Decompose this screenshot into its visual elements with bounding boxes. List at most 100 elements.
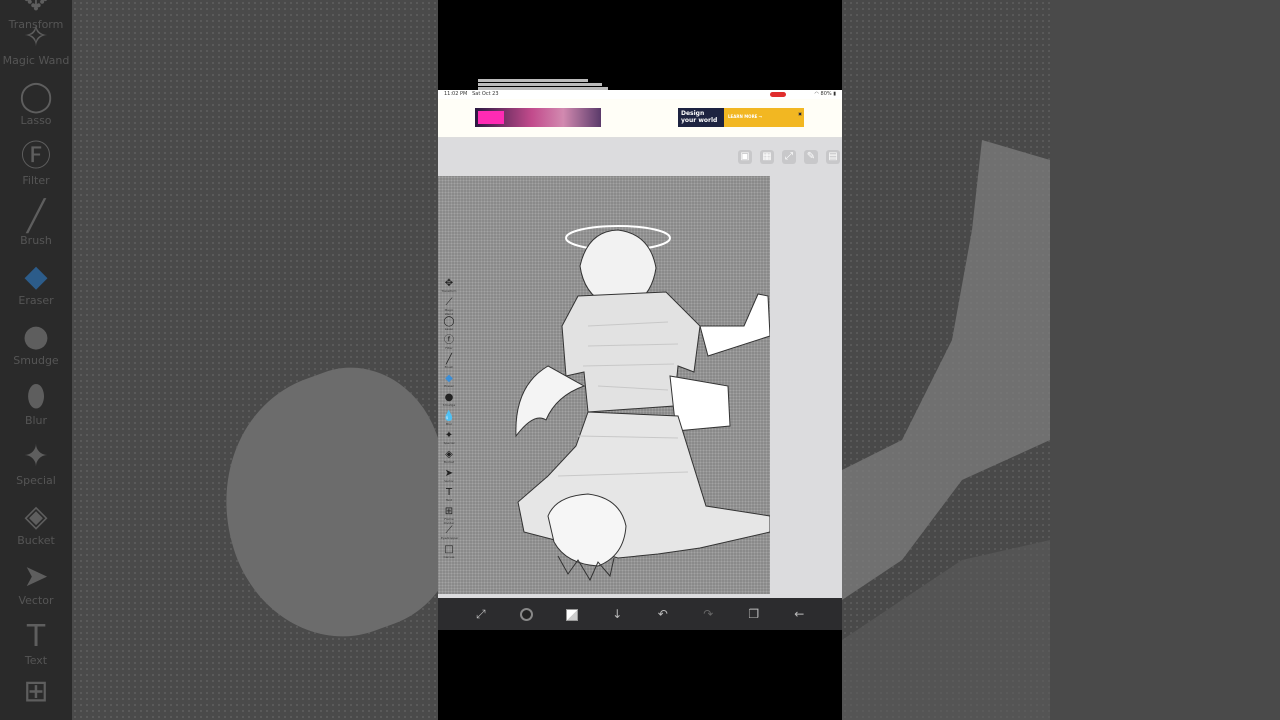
- fx-icon: ⓕ: [444, 335, 454, 346]
- redo-button[interactable]: ↷: [696, 602, 720, 626]
- blur-icon: 💧: [442, 411, 456, 422]
- bg-tool-label: Special: [16, 474, 56, 487]
- layers-icon: ❐: [748, 607, 760, 621]
- eraser-icon: ◆: [24, 259, 48, 294]
- tool-label: Eyedropper: [441, 536, 459, 540]
- bg-tool-blur: ⬮ Blur: [0, 380, 72, 428]
- screen: ✥ Transform ✧ Magic Wand ◯ Lasso Ⓕ Filter ╱ B…: [0, 0, 1280, 720]
- tool-bucket[interactable]: ◈ Bucket: [441, 449, 457, 467]
- top-right-icons: ▣ ▦ ⤢ ✎ ▤: [738, 150, 840, 164]
- vector-icon: ➤: [444, 468, 454, 479]
- bg-tool-smudge: ● Smudge: [0, 319, 72, 368]
- brush-settings-button[interactable]: [514, 602, 538, 626]
- wifi-icon: ◠: [814, 91, 819, 97]
- ibis-paint-app: 11:02 PM Sat Oct 23 ◠ 80% ▮ Design your …: [438, 90, 842, 630]
- text-icon: T: [26, 619, 46, 654]
- status-date-text: Sat Oct 23: [472, 91, 499, 97]
- tool-frame-divider[interactable]: ⊞ Frame Divider: [441, 506, 457, 525]
- bg-tool-label: Blur: [24, 414, 48, 427]
- bottom-toolbar: ⤢ ↓ ↶ ↷ ❐ ←: [438, 598, 842, 630]
- pen-settings-icon[interactable]: ✎: [804, 150, 818, 164]
- status-bar: 11:02 PM Sat Oct 23 ◠ 80% ▮: [438, 90, 842, 99]
- bg-tool-brush: ╱ Brush: [0, 199, 72, 248]
- bg-tool-special: ✦ Special: [0, 440, 72, 488]
- ad-logo: [478, 111, 504, 124]
- drawing-canvas[interactable]: [438, 176, 770, 594]
- status-battery: ◠ 80% ▮: [815, 91, 836, 97]
- material-icon[interactable]: ▤: [826, 150, 840, 164]
- artwork-sketch: [515, 225, 770, 582]
- bg-tool-text: T Text: [0, 619, 72, 668]
- tool-smudge[interactable]: ● Smudge: [441, 392, 457, 410]
- tool-label: Smudge: [442, 403, 456, 407]
- ad-banner-right[interactable]: Design your world LEARN MORE → ▣: [678, 108, 804, 127]
- tool-label: Filter: [445, 346, 453, 350]
- ad-cta[interactable]: LEARN MORE →: [728, 114, 762, 119]
- tool-canvas[interactable]: □ Canvas: [441, 544, 457, 562]
- eraser-icon: ◆: [445, 373, 453, 384]
- tool-label: Text: [445, 498, 453, 502]
- magic-wand-icon: ✧: [23, 19, 49, 54]
- frame-divider-icon: ⊞: [23, 674, 49, 709]
- bg-tool-label: Vector: [18, 594, 54, 607]
- bg-tool-label: Filter: [22, 174, 50, 187]
- tool-vector[interactable]: ➤ Vector: [441, 468, 457, 486]
- tool-text[interactable]: T Text: [441, 487, 457, 505]
- rotate-icon: ⤢: [475, 607, 486, 621]
- tool-magic-wand[interactable]: ⟋ Magic Wand: [441, 297, 457, 316]
- smudge-icon: ●: [22, 319, 50, 354]
- reference-window-icon[interactable]: ▣: [738, 150, 752, 164]
- undo-button[interactable]: ↶: [651, 602, 675, 626]
- tool-brush[interactable]: ╱ Brush: [441, 354, 457, 372]
- ad-headline: Design your world: [678, 108, 724, 127]
- bg-tool-frame: ⊞: [0, 675, 72, 709]
- smudge-icon: ●: [444, 392, 454, 403]
- tool-transform[interactable]: ✥ Transform: [441, 278, 457, 296]
- background-toolbar: ✥ Transform ✧ Magic Wand ◯ Lasso Ⓕ Filter ╱ B…: [0, 0, 72, 720]
- tool-label: Special: [443, 441, 455, 445]
- tool-filter[interactable]: ⓕ Filter: [441, 335, 457, 353]
- tool-eraser[interactable]: ◆ Eraser: [441, 373, 457, 391]
- bg-tool-filter: Ⓕ Filter: [0, 139, 72, 188]
- background-far-right: [1050, 0, 1280, 720]
- fx-icon: Ⓕ: [21, 139, 51, 174]
- bg-tool-label: Brush: [20, 234, 52, 247]
- color-button[interactable]: [560, 602, 584, 626]
- canvas-rotate-button[interactable]: ⤢: [469, 602, 493, 626]
- caption-line: [478, 79, 588, 82]
- bg-tool-label: Eraser: [18, 294, 54, 307]
- tool-label: Bucket: [443, 460, 455, 464]
- tool-label: Vector: [444, 479, 454, 483]
- ad-banner-left[interactable]: [475, 108, 601, 127]
- tool-special[interactable]: ✦ Special: [441, 430, 457, 448]
- move-icon: ✥: [444, 278, 454, 289]
- status-time-text: 11:02 PM: [444, 91, 468, 97]
- tool-eyedropper[interactable]: ⟋ Eyedropper: [441, 525, 459, 543]
- battery-text: 80%: [820, 91, 832, 97]
- canvas-icon: □: [444, 544, 454, 555]
- special-icon: ✦: [444, 430, 454, 441]
- recording-caption: [478, 79, 608, 90]
- tool-lasso[interactable]: ◯ Lasso: [441, 316, 457, 334]
- scroll-down-button[interactable]: ↓: [605, 602, 629, 626]
- back-button[interactable]: ←: [787, 602, 811, 626]
- tool-label: Canvas: [443, 555, 455, 559]
- lasso-icon: ◯: [443, 316, 455, 327]
- layers-button[interactable]: ❐: [742, 602, 766, 626]
- move-icon: ✥: [23, 0, 49, 18]
- bg-tool-label: Bucket: [17, 534, 55, 547]
- bg-tool-bucket: ◈ Bucket: [0, 500, 72, 548]
- recording-indicator: [770, 92, 786, 97]
- bg-tool-label: Text: [24, 654, 48, 667]
- tool-label: Blur: [445, 422, 453, 426]
- bg-tool-magic-wand: ✧ Magic Wand: [0, 19, 72, 68]
- transform-canvas-icon[interactable]: ⤢: [782, 150, 796, 164]
- grid-icon[interactable]: ▦: [760, 150, 774, 164]
- bg-tool-eraser: ◆ Eraser: [0, 259, 72, 308]
- text-icon: T: [445, 487, 453, 498]
- brush-icon: ╱: [26, 199, 46, 234]
- tool-blur[interactable]: 💧 Blur: [441, 411, 457, 429]
- arrow-down-icon: ↓: [612, 607, 623, 621]
- color-swatch-icon: [565, 608, 578, 621]
- redo-icon: ↷: [703, 607, 714, 621]
